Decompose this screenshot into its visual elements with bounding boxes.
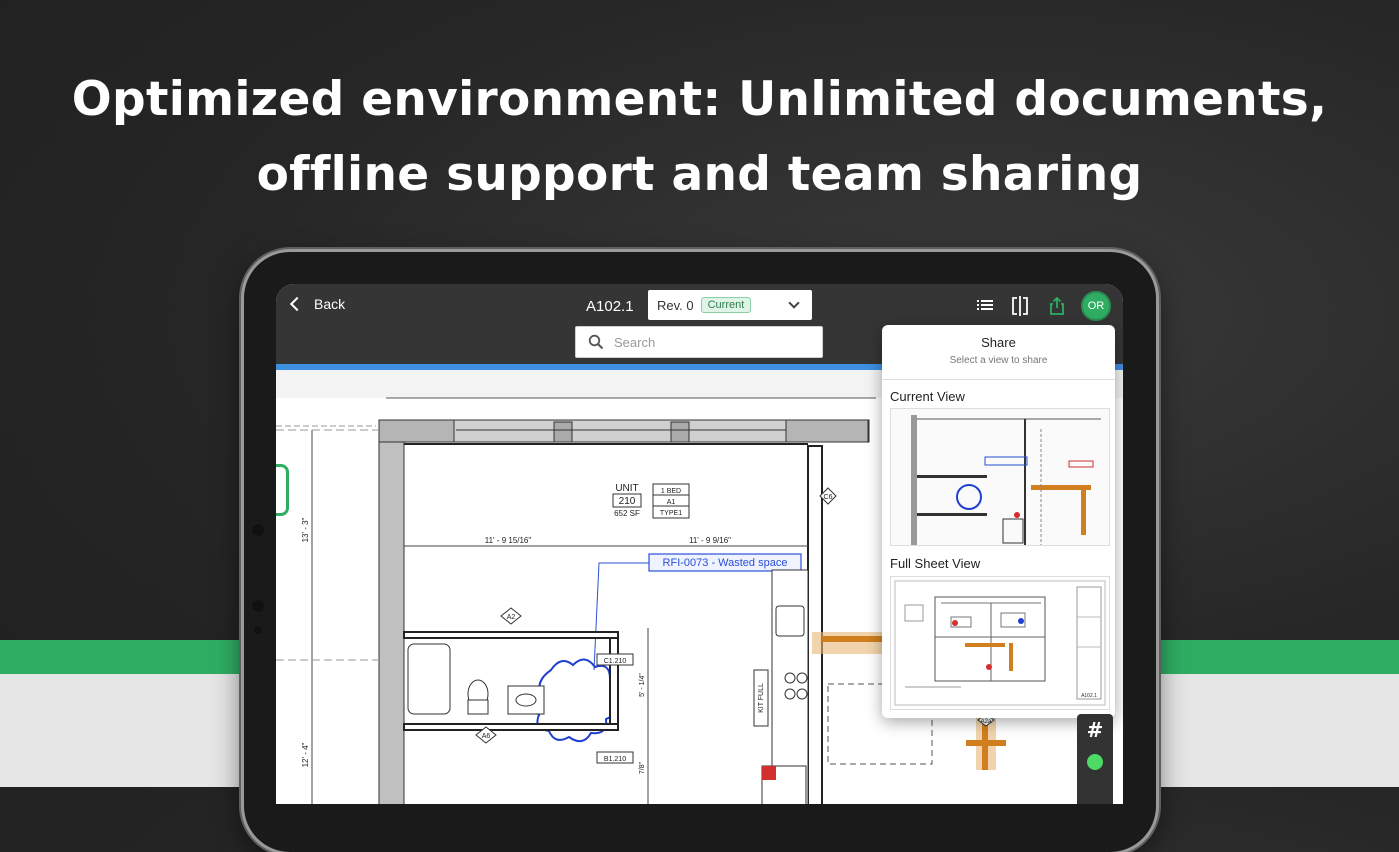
color-picker-dot[interactable] <box>1087 754 1103 770</box>
dim-small-2: 7/8" <box>639 761 646 774</box>
full-sheet-thumbnail: A102.1 <box>891 577 1109 709</box>
grid-tool-button[interactable]: # <box>1077 718 1113 742</box>
search-box[interactable] <box>575 326 823 358</box>
tag-a2a: A2a <box>981 719 992 725</box>
current-view-label: Current View <box>890 389 965 404</box>
revision-dropdown[interactable]: Rev. 0 Current <box>648 290 812 320</box>
share-subtitle: Select a view to share <box>949 355 1048 366</box>
floating-toolbar: # <box>1077 714 1113 804</box>
unit-tag-type: TYPE1 <box>660 510 682 517</box>
full-sheet-view-option[interactable]: A102.1 <box>890 576 1110 710</box>
kit-full-label: KIT FULL <box>758 683 765 713</box>
user-avatar[interactable]: OR <box>1083 293 1109 319</box>
divider <box>882 379 1115 380</box>
rfi-label[interactable]: RFI-0073 - Wasted space <box>663 557 788 569</box>
share-popover: Share Select a view to share Current Vie… <box>882 325 1115 718</box>
current-view-thumbnail <box>891 409 1109 545</box>
list-icon[interactable] <box>976 296 994 314</box>
headline-line-1: Optimized environment: Unlimited documen… <box>71 72 1328 127</box>
unit-label: UNIT <box>615 483 638 494</box>
search-input[interactable] <box>612 333 806 351</box>
tag-a2: A2 <box>507 614 516 621</box>
app-screen: Back A102.1 Rev. 0 Current Search OR 11'… <box>276 284 1123 804</box>
marketing-headline: Optimized environment: Unlimited documen… <box>0 62 1399 212</box>
sidebar-handle[interactable] <box>276 464 289 516</box>
status-badge: Current <box>700 297 752 313</box>
compare-icon[interactable] <box>1011 296 1029 316</box>
full-sheet-view-label: Full Sheet View <box>890 556 981 571</box>
back-button[interactable]: Back <box>289 296 346 312</box>
revision-label: Rev. 0 <box>657 297 694 313</box>
sheet-number: A102.1 <box>586 298 634 315</box>
dim-vert-upper: 13' - 3" <box>301 517 310 542</box>
room-tag-b1: B1.210 <box>604 756 626 763</box>
current-view-option[interactable] <box>890 408 1110 546</box>
dim-small-1: 5' - 1/4" <box>639 673 646 697</box>
tag-c6: C6 <box>824 494 833 501</box>
headline-line-2: offline support and team sharing <box>256 147 1143 202</box>
unit-area: 652 SF <box>614 509 640 518</box>
unit-number: 210 <box>619 496 636 507</box>
tablet-sensor <box>252 524 264 536</box>
dim-vert-lower: 12' - 4" <box>301 742 310 767</box>
chevron-left-icon <box>289 296 305 312</box>
back-label: Back <box>314 296 346 312</box>
chevron-down-icon <box>788 297 800 309</box>
full-sheet-corner: A102.1 <box>1081 693 1097 699</box>
tablet-sensor <box>252 600 264 612</box>
unit-tag-a1: A1 <box>667 499 676 506</box>
dim-left: 11' - 9 15/16" <box>485 536 532 545</box>
share-icon[interactable] <box>1048 296 1066 316</box>
tablet-sensor <box>254 626 262 634</box>
search-icon <box>588 334 604 350</box>
dim-right: 11' - 9 9/16" <box>689 536 731 545</box>
room-tag-c1: C1.210 <box>604 658 627 665</box>
tag-a6: A6 <box>482 733 491 740</box>
unit-tag-bed: 1 BED <box>661 488 681 495</box>
share-title: Share <box>981 335 1016 350</box>
